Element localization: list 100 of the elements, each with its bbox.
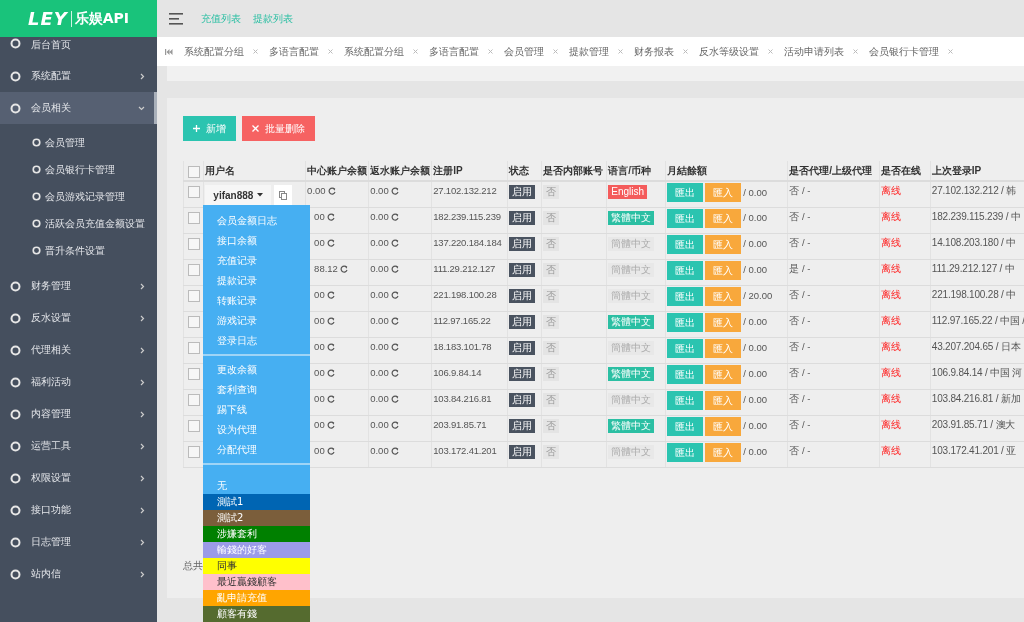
page-tab[interactable]: 多语言配置 <box>418 44 493 59</box>
sidebar-item[interactable]: 反水设置 <box>0 302 157 334</box>
copy-button[interactable] <box>274 185 293 205</box>
refresh-icon[interactable] <box>390 342 399 351</box>
transfer-in-button[interactable]: 匯入 <box>705 234 742 254</box>
transfer-out-button[interactable]: 匯出 <box>667 286 704 306</box>
close-icon[interactable] <box>328 49 333 54</box>
sidebar-item[interactable]: 内容管理 <box>0 398 157 430</box>
sidebar-item[interactable]: 权限设置 <box>0 462 157 494</box>
page-tab[interactable]: 会员管理 <box>493 44 558 59</box>
sidebar-item[interactable]: 福利活动 <box>0 366 157 398</box>
refresh-icon[interactable] <box>390 290 399 299</box>
refresh-icon[interactable] <box>390 316 399 325</box>
close-icon[interactable] <box>253 49 258 54</box>
page-tab[interactable]: 财务报表 <box>623 44 688 59</box>
tag-option[interactable]: 亂申請充值 <box>203 590 310 606</box>
tag-option[interactable]: 輸錢的好客 <box>203 542 310 558</box>
refresh-icon[interactable] <box>326 368 335 377</box>
close-icon[interactable] <box>853 49 858 54</box>
transfer-in-button[interactable]: 匯入 <box>705 364 742 384</box>
sidebar-subitem[interactable]: 会员管理 <box>0 129 157 156</box>
tag-option[interactable]: 顧客有錢 <box>203 606 310 622</box>
checkbox[interactable] <box>188 341 200 354</box>
refresh-icon[interactable] <box>390 420 399 429</box>
username-dropdown[interactable]: yifan888 <box>205 185 272 205</box>
menu-icon[interactable] <box>169 12 183 25</box>
refresh-icon[interactable] <box>339 264 348 273</box>
page-tab[interactable]: 系统配置分组 <box>333 44 418 59</box>
checkbox[interactable] <box>188 419 200 432</box>
transfer-in-button[interactable]: 匯入 <box>705 286 742 306</box>
menu-item[interactable]: 会员金额日志 <box>203 211 310 231</box>
checkbox[interactable] <box>188 237 200 250</box>
close-icon[interactable] <box>683 49 688 54</box>
page-tab[interactable]: 会员银行卡管理 <box>858 44 953 59</box>
sidebar-item[interactable]: 后台首页 <box>0 37 157 60</box>
transfer-in-button[interactable]: 匯入 <box>705 208 742 228</box>
close-icon[interactable] <box>553 49 558 54</box>
close-icon[interactable] <box>488 49 493 54</box>
menu-item[interactable]: 游戏记录 <box>203 311 310 331</box>
tag-option[interactable]: 測試1 <box>203 494 310 510</box>
menu-item[interactable]: 转账记录 <box>203 291 310 311</box>
page-tab[interactable]: 多语言配置 <box>258 44 333 59</box>
transfer-out-button[interactable]: 匯出 <box>667 183 704 202</box>
transfer-in-button[interactable]: 匯入 <box>705 390 742 410</box>
page-tab[interactable]: 反水等级设置 <box>688 44 773 59</box>
sidebar-item[interactable]: 日志管理 <box>0 526 157 558</box>
sidebar-subitem[interactable]: 活跃会员充值金额设置 <box>0 210 157 237</box>
tag-option[interactable]: 測試2 <box>203 510 310 526</box>
first-page-icon[interactable] <box>165 48 173 55</box>
checkbox[interactable] <box>188 263 200 276</box>
refresh-icon[interactable] <box>390 446 399 455</box>
refresh-icon[interactable] <box>326 238 335 247</box>
sidebar-item[interactable]: 系统配置 <box>0 60 157 92</box>
menu-item[interactable]: 充值记录 <box>203 251 310 271</box>
refresh-icon[interactable] <box>326 342 335 351</box>
checkbox[interactable] <box>188 367 200 380</box>
transfer-out-button[interactable]: 匯出 <box>667 234 704 254</box>
refresh-icon[interactable] <box>390 238 399 247</box>
add-button[interactable]: 新增 <box>183 116 236 141</box>
sidebar-item[interactable]: 会员相关 <box>0 92 157 124</box>
tag-option[interactable]: 涉嫌套利 <box>203 526 310 542</box>
refresh-icon[interactable] <box>326 212 335 221</box>
menu-item[interactable]: 更改余额 <box>203 360 310 380</box>
sidebar-subitem[interactable]: 会员银行卡管理 <box>0 156 157 183</box>
transfer-out-button[interactable]: 匯出 <box>667 390 704 410</box>
close-icon[interactable] <box>948 49 953 54</box>
menu-item[interactable]: 接口余额 <box>203 231 310 251</box>
refresh-icon[interactable] <box>390 264 399 273</box>
page-tab[interactable]: 提款管理 <box>558 44 623 59</box>
refresh-icon[interactable] <box>390 212 399 221</box>
page-tab[interactable]: 活动申请列表 <box>773 44 858 59</box>
checkbox[interactable] <box>188 445 200 458</box>
sidebar-subitem[interactable]: 晋升条件设置 <box>0 237 157 264</box>
refresh-icon[interactable] <box>326 316 335 325</box>
sidebar-item[interactable]: 代理相关 <box>0 334 157 366</box>
refresh-icon[interactable] <box>326 394 335 403</box>
sidebar-item[interactable]: 运营工具 <box>0 430 157 462</box>
refresh-icon[interactable] <box>326 446 335 455</box>
transfer-in-button[interactable]: 匯入 <box>705 416 742 436</box>
sidebar-item[interactable]: 接口功能 <box>0 494 157 526</box>
transfer-out-button[interactable]: 匯出 <box>667 208 704 228</box>
refresh-icon[interactable] <box>326 420 335 429</box>
transfer-in-button[interactable]: 匯入 <box>705 312 742 332</box>
transfer-in-button[interactable]: 匯入 <box>705 442 742 462</box>
checkbox[interactable] <box>188 393 200 406</box>
sidebar-subitem[interactable]: 会员游戏记录管理 <box>0 183 157 210</box>
checkbox[interactable] <box>188 211 200 224</box>
transfer-out-button[interactable]: 匯出 <box>667 260 704 280</box>
delete-button[interactable]: 批量删除 <box>242 116 315 141</box>
tag-option[interactable]: 同事 <box>203 558 310 574</box>
transfer-out-button[interactable]: 匯出 <box>667 442 704 462</box>
refresh-icon[interactable] <box>390 394 399 403</box>
close-icon[interactable] <box>618 49 623 54</box>
menu-item[interactable]: 登录日志 <box>203 331 310 351</box>
menu-item[interactable]: 踢下线 <box>203 400 310 420</box>
refresh-icon[interactable] <box>390 368 399 377</box>
transfer-in-button[interactable]: 匯入 <box>705 338 742 358</box>
menu-item[interactable]: 套利查询 <box>203 380 310 400</box>
close-icon[interactable] <box>413 49 418 54</box>
close-icon[interactable] <box>768 49 773 54</box>
